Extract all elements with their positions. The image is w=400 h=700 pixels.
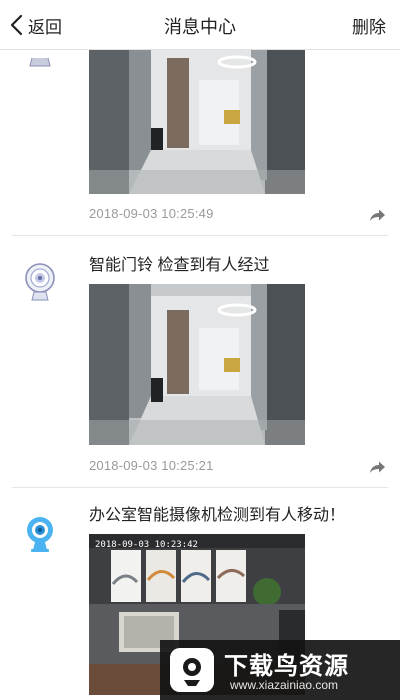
watermark-logo-icon (170, 648, 214, 692)
message-title: 办公室智能摄像机检测到有人移动！ (89, 507, 346, 524)
office-camera-icon (27, 517, 53, 552)
snapshot-image[interactable] (89, 284, 305, 445)
hallway-photo (89, 50, 305, 194)
watermark-url: www.xiazainiao.com (230, 678, 339, 692)
divider (12, 235, 388, 236)
share-icon[interactable] (368, 460, 386, 474)
share-icon[interactable] (368, 208, 386, 222)
back-label: 返回 (28, 17, 62, 37)
snapshot-image[interactable] (89, 50, 305, 194)
chevron-left-icon (10, 14, 23, 36)
message-title: 智能门铃 检查到有人经过 (89, 257, 270, 274)
hallway-photo (89, 284, 305, 445)
video-timestamp-overlay: 2018-09-03 10:23:42 (95, 540, 198, 550)
divider (12, 487, 388, 488)
message-time: 2018-09-03 10:25:49 (89, 206, 214, 221)
watermark-banner: 下载鸟资源 www.xiazainiao.com (160, 640, 400, 700)
delete-button[interactable]: 删除 (352, 13, 386, 38)
message-time: 2018-09-03 10:25:21 (89, 458, 214, 473)
navigation-bar: 返回 消息中心 删除 (0, 0, 400, 50)
watermark-brand: 下载鸟资源 (224, 653, 349, 680)
doorbell-camera-icon (25, 263, 55, 301)
back-button[interactable]: 返回 (8, 11, 62, 39)
